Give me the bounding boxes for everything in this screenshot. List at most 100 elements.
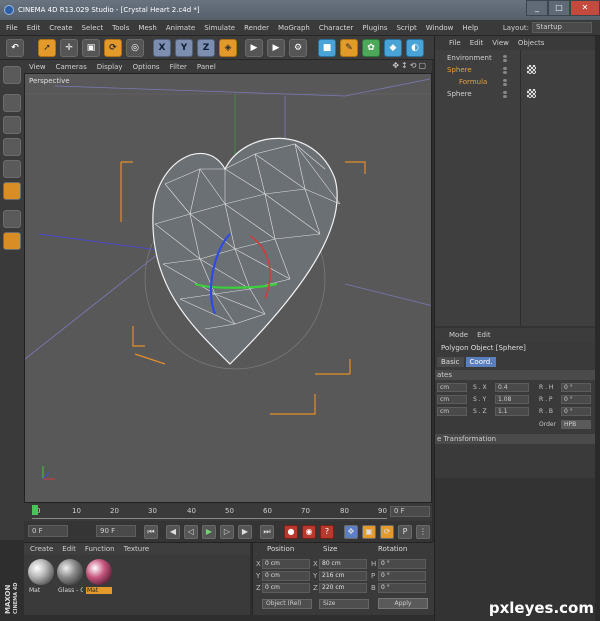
x-axis-lock-button[interactable]: X — [153, 39, 171, 57]
object-name-sphere[interactable]: Sphere — [447, 64, 472, 76]
object-row[interactable]: Formula — [437, 76, 593, 88]
nurbs-icon[interactable]: ✿ — [362, 39, 380, 57]
record-parameter-icon[interactable]: P — [398, 525, 412, 539]
object-row[interactable]: Sphere — [437, 64, 593, 76]
timeline[interactable]: 0 10 20 30 40 50 60 70 80 90 0 F — [24, 503, 432, 521]
next-key-icon[interactable]: ▶ — [238, 525, 252, 539]
menu-animate[interactable]: Animate — [166, 24, 195, 32]
previous-key-icon[interactable]: ◀ — [166, 525, 180, 539]
material-swatch[interactable]: Glass - C — [57, 559, 83, 594]
scale-y-field[interactable]: 1.08 — [495, 395, 529, 404]
dock-side-tabs[interactable] — [595, 36, 600, 621]
size-y-field[interactable]: 216 cm — [319, 571, 367, 581]
undo-icon[interactable]: ↶ — [6, 39, 24, 57]
size-x-field[interactable]: 80 cm — [319, 559, 367, 569]
current-frame-field[interactable]: 0 F — [390, 506, 430, 517]
axis-mode-icon[interactable] — [3, 210, 21, 228]
object-row[interactable]: Environment — [437, 52, 593, 64]
timeline-options-icon[interactable]: ⋮ — [416, 525, 430, 539]
rotation-b-field[interactable]: 0 ° — [378, 583, 426, 593]
viewport-menu-panel[interactable]: Panel — [197, 63, 216, 71]
position-unit-field[interactable]: cm — [437, 407, 467, 416]
rotation-order-dropdown[interactable]: HPB — [561, 420, 591, 429]
position-z-field[interactable]: 0 cm — [262, 583, 310, 593]
recent-tool-icon[interactable]: ◎ — [126, 39, 144, 57]
position-unit-field[interactable]: cm — [437, 383, 467, 392]
size-mode-dropdown[interactable]: Size — [319, 599, 369, 609]
am-menu-mode[interactable]: Mode — [449, 331, 468, 339]
snap-magnet-icon[interactable] — [3, 232, 21, 250]
menu-render[interactable]: Render — [244, 24, 269, 32]
om-menu-edit[interactable]: Edit — [470, 39, 484, 47]
select-arrow-icon[interactable]: ➚ — [38, 39, 56, 57]
position-unit-field[interactable]: cm — [437, 395, 467, 404]
go-to-end-icon[interactable]: ⏭ — [260, 525, 274, 539]
rotation-b-attr-field[interactable]: 0 ° — [561, 407, 591, 416]
end-frame-field[interactable]: 90 F — [96, 525, 136, 537]
object-row[interactable]: Sphere — [437, 88, 593, 100]
scale-z-field[interactable]: 1.1 — [495, 407, 529, 416]
material-swatch-selected[interactable]: Mat — [86, 559, 112, 594]
viewport-menu-options[interactable]: Options — [133, 63, 160, 71]
edges-mode-icon[interactable] — [3, 160, 21, 178]
coordinate-mode-dropdown[interactable]: Object (Rel) — [262, 599, 312, 609]
texture-mode-icon[interactable] — [3, 116, 21, 134]
viewport-menu-display[interactable]: Display — [97, 63, 123, 71]
polygons-mode-icon[interactable] — [3, 182, 21, 200]
y-axis-lock-button[interactable]: Y — [175, 39, 193, 57]
viewport-menu-cameras[interactable]: Cameras — [56, 63, 87, 71]
tab-coord[interactable]: Coord. — [465, 357, 497, 367]
material-menu-edit[interactable]: Edit — [62, 545, 76, 553]
visibility-dots[interactable] — [503, 91, 507, 98]
timeline-ruler[interactable]: 0 10 20 30 40 50 60 70 80 90 — [32, 507, 387, 519]
visibility-dots[interactable] — [503, 67, 507, 74]
menu-create[interactable]: Create — [49, 24, 72, 32]
texture-tag-icon[interactable] — [527, 89, 536, 98]
maximize-button[interactable]: □ — [548, 0, 570, 16]
autokey-icon[interactable]: ◉ — [302, 525, 316, 539]
tab-basic[interactable]: Basic — [437, 357, 464, 367]
deformer-icon[interactable]: ◐ — [406, 39, 424, 57]
menu-character[interactable]: Character — [319, 24, 354, 32]
menu-mograph[interactable]: MoGraph — [278, 24, 310, 32]
object-name-environment[interactable]: Environment — [447, 52, 492, 64]
apply-button[interactable]: Apply — [378, 598, 428, 609]
menu-tools[interactable]: Tools — [112, 24, 129, 32]
menu-simulate[interactable]: Simulate — [204, 24, 235, 32]
visibility-dots[interactable] — [503, 55, 507, 62]
rotation-p-field[interactable]: 0 ° — [378, 571, 426, 581]
am-menu-edit[interactable]: Edit — [477, 331, 491, 339]
material-swatch[interactable]: Mat — [28, 559, 54, 594]
rotation-p-attr-field[interactable]: 0 ° — [561, 395, 591, 404]
menu-plugins[interactable]: Plugins — [362, 24, 387, 32]
render-picture-viewer-icon[interactable]: ▶ — [267, 39, 285, 57]
rotation-h-field[interactable]: 0 ° — [378, 559, 426, 569]
keyframe-selection-icon[interactable]: ? — [320, 525, 334, 539]
object-name-formula[interactable]: Formula — [459, 76, 487, 88]
play-icon[interactable]: ▶ — [202, 525, 216, 539]
viewport-menu-filter[interactable]: Filter — [170, 63, 187, 71]
record-rotation-icon[interactable]: ⟳ — [380, 525, 394, 539]
menu-mesh[interactable]: Mesh — [138, 24, 156, 32]
menu-file[interactable]: File — [6, 24, 18, 32]
menu-edit[interactable]: Edit — [27, 24, 41, 32]
menu-script[interactable]: Script — [396, 24, 416, 32]
position-y-field[interactable]: 0 cm — [262, 571, 310, 581]
record-scale-icon[interactable]: ▣ — [362, 525, 376, 539]
record-position-icon[interactable]: ✥ — [344, 525, 358, 539]
scale-icon[interactable]: ▣ — [82, 39, 100, 57]
array-icon[interactable]: ◆ — [384, 39, 402, 57]
object-mode-icon[interactable] — [3, 94, 21, 112]
material-menu-create[interactable]: Create — [30, 545, 53, 553]
start-frame-field[interactable]: 0 F — [28, 525, 68, 537]
coordinates-section-header[interactable]: ates — [435, 370, 595, 380]
perspective-viewport[interactable]: Perspective — [24, 73, 432, 503]
layout-dropdown[interactable]: Startup — [532, 22, 592, 33]
menu-window[interactable]: Window — [426, 24, 454, 32]
om-menu-file[interactable]: File — [449, 39, 461, 47]
size-z-field[interactable]: 220 cm — [319, 583, 367, 593]
coordinate-system-icon[interactable]: ◈ — [219, 39, 237, 57]
previous-frame-icon[interactable]: ◁ — [184, 525, 198, 539]
om-menu-objects[interactable]: Objects — [518, 39, 544, 47]
cube-primitive-icon[interactable]: ■ — [318, 39, 336, 57]
